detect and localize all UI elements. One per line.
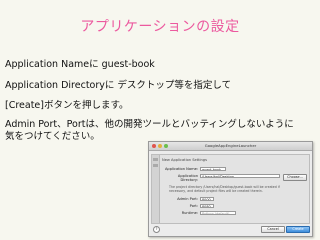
runtime-label: Runtime:: [181, 211, 198, 215]
help-icon[interactable]: ?: [153, 226, 160, 233]
instruction-line-3: [Create]ボタンを押します。: [5, 100, 129, 111]
port-input[interactable]: 8080: [200, 203, 214, 208]
window-title: GoogleAppEngineLauncher: [204, 143, 257, 148]
runtime-select[interactable]: Python (default): [200, 210, 236, 215]
choose-button[interactable]: Choose...: [283, 173, 307, 181]
application-directory-input[interactable]: /Users/hal/Desktop: [200, 173, 280, 178]
cancel-button[interactable]: Cancel: [261, 226, 285, 233]
slide: アプリケーションの設定 Application Nameに guest-book…: [0, 0, 320, 240]
instruction-line-2: Application Directoryに デスクトップ等を指定して: [5, 80, 232, 91]
admin-port-input[interactable]: 8000: [200, 196, 214, 201]
port-label: Port:: [189, 204, 198, 208]
settings-panel: New Application Settings Application Nam…: [151, 154, 310, 224]
slide-title: アプリケーションの設定: [80, 19, 240, 35]
application-directory-label: Application Directory:: [177, 174, 198, 182]
instruction-line-5: 気をつけてください。: [5, 131, 100, 142]
application-name-input[interactable]: guest-book: [200, 166, 226, 171]
instruction-line-1: Application Nameに guest-book: [5, 59, 155, 70]
admin-port-label: Admin Port:: [177, 197, 198, 201]
sidebar-step-icon: [153, 164, 158, 167]
create-button[interactable]: Create: [286, 226, 310, 233]
sidebar-step-icon: [153, 158, 158, 161]
window-titlebar: GoogleAppEngineLauncher: [149, 142, 312, 151]
application-name-label: Application Name:: [164, 167, 198, 171]
new-application-dialog: GoogleAppEngineLauncher New Application …: [148, 141, 313, 237]
sidebar: [152, 155, 160, 223]
section-label: New Application Settings: [162, 158, 207, 162]
directory-note: The project directory /Users/hal/Desktop…: [169, 185, 280, 193]
